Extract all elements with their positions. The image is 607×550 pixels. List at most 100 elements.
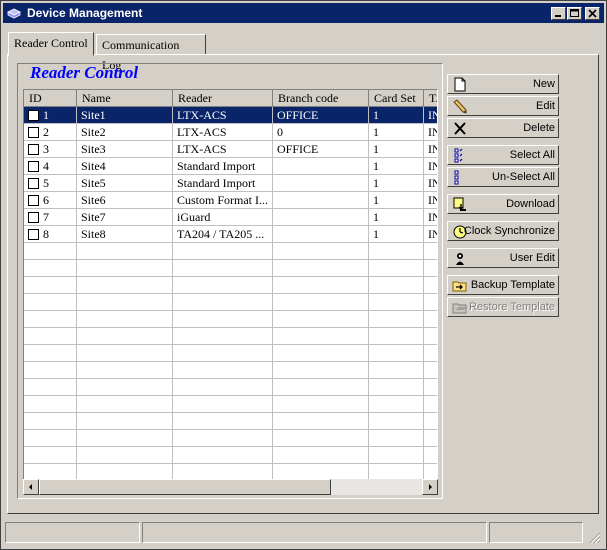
cell-reader: Custom Format I...	[173, 192, 273, 209]
empty-cell	[77, 379, 173, 396]
empty-cell	[369, 379, 424, 396]
row-checkbox[interactable]	[28, 195, 39, 206]
column-header-ta[interactable]: TA	[424, 90, 437, 107]
empty-cell	[273, 430, 369, 447]
select-all-button[interactable]: Select All	[447, 145, 559, 165]
empty-cell	[77, 362, 173, 379]
device-management-window: Device Management Reader Control Communi…	[0, 0, 607, 550]
status-panel-2	[142, 522, 487, 543]
empty-row	[24, 328, 437, 345]
empty-cell	[24, 277, 77, 294]
empty-cell	[173, 396, 273, 413]
title-bar[interactable]: Device Management	[3, 3, 604, 23]
row-checkbox[interactable]	[28, 161, 39, 172]
download-button[interactable]: Download	[447, 194, 559, 214]
reader-table[interactable]: ID Name Reader Branch code Card Set TA 1…	[23, 89, 438, 494]
row-checkbox[interactable]	[28, 229, 39, 240]
table-row[interactable]: 4 Site4Standard Import 1IN	[24, 158, 437, 175]
row-checkbox[interactable]	[28, 144, 39, 155]
size-grip-icon[interactable]	[587, 531, 601, 543]
row-id: 7	[43, 210, 49, 224]
select-all-label: Select All	[509, 149, 555, 161]
cell-ta: IN	[424, 175, 437, 192]
table-row[interactable]: 1Site1LTX-ACSOFFICE1IN	[24, 107, 437, 124]
empty-cell	[273, 362, 369, 379]
close-button[interactable]	[585, 7, 600, 20]
empty-cell	[369, 277, 424, 294]
empty-cell	[173, 430, 273, 447]
cell-branch	[273, 192, 369, 209]
row-id: 1	[43, 108, 49, 122]
backup-template-label: Backup Template	[470, 279, 555, 291]
empty-cell	[424, 311, 437, 328]
empty-cell	[77, 243, 173, 260]
new-button[interactable]: New	[447, 74, 559, 94]
tab-reader-control[interactable]: Reader Control	[8, 32, 94, 56]
column-header-branch-code[interactable]: Branch code	[273, 90, 369, 107]
column-header-reader[interactable]: Reader	[173, 90, 273, 107]
table-row[interactable]: 7 Site7iGuard 1IN	[24, 209, 437, 226]
tab-communication-log[interactable]: Communication Log	[96, 34, 206, 72]
cell-reader: iGuard	[173, 209, 273, 226]
empty-cell	[369, 294, 424, 311]
table-row[interactable]: 6 Site6Custom Format I... 1IN	[24, 192, 437, 209]
column-header-name[interactable]: Name	[77, 90, 173, 107]
cell-id: 6	[24, 192, 77, 209]
table-row[interactable]: 5 Site5Standard Import 1IN	[24, 175, 437, 192]
cell-ta: IN	[424, 192, 437, 209]
empty-cell	[24, 260, 77, 277]
unselect-all-label: Un-Select All	[492, 171, 555, 183]
cell-reader: Standard Import	[173, 158, 273, 175]
cell-branch	[273, 226, 369, 243]
empty-cell	[273, 294, 369, 311]
clock-synchronize-label: Clock Synchronize	[463, 225, 555, 237]
empty-cell	[173, 328, 273, 345]
row-checkbox[interactable]	[28, 110, 39, 121]
scroll-left-button[interactable]	[23, 479, 39, 495]
empty-row	[24, 396, 437, 413]
cell-ta: IN	[424, 226, 437, 243]
cell-branch	[273, 158, 369, 175]
row-id: 5	[43, 176, 49, 190]
cell-ta: IN	[424, 107, 437, 124]
user-edit-button[interactable]: User Edit	[447, 248, 559, 268]
user-edit-label: User Edit	[509, 252, 555, 264]
table-row[interactable]: 3 Site3LTX-ACSOFFICE1IN	[24, 141, 437, 158]
empty-cell	[369, 413, 424, 430]
row-checkbox[interactable]	[28, 178, 39, 189]
backup-template-button[interactable]: Backup Template	[447, 275, 559, 295]
table-row[interactable]: 2 Site2LTX-ACS01IN	[24, 124, 437, 141]
restore-template-button[interactable]: Restore Template	[447, 297, 559, 317]
minimize-button[interactable]	[551, 7, 566, 20]
window-title: Device Management	[27, 6, 143, 20]
empty-cell	[24, 243, 77, 260]
empty-cell	[369, 311, 424, 328]
unselect-all-button[interactable]: Un-Select All	[447, 167, 559, 187]
empty-cell	[77, 447, 173, 464]
row-checkbox[interactable]	[28, 127, 39, 138]
empty-cell	[173, 277, 273, 294]
empty-cell	[424, 345, 437, 362]
empty-cell	[369, 243, 424, 260]
scroll-right-button[interactable]	[422, 479, 438, 495]
scroll-thumb[interactable]	[39, 479, 331, 495]
empty-cell	[77, 260, 173, 277]
column-header-id[interactable]: ID	[24, 90, 77, 107]
horizontal-scrollbar[interactable]	[23, 479, 438, 495]
column-header-card-set[interactable]: Card Set	[369, 90, 424, 107]
table-row[interactable]: 8 Site8TA204 / TA205 ... 1IN	[24, 226, 437, 243]
maximize-button[interactable]	[567, 7, 582, 20]
empty-cell	[369, 260, 424, 277]
empty-cell	[173, 379, 273, 396]
empty-cell	[24, 328, 77, 345]
empty-cell	[273, 379, 369, 396]
clock-synchronize-button[interactable]: Clock Synchronize	[447, 221, 559, 241]
empty-cell	[173, 413, 273, 430]
empty-cell	[424, 277, 437, 294]
row-checkbox[interactable]	[28, 212, 39, 223]
empty-cell	[173, 294, 273, 311]
empty-cell	[273, 345, 369, 362]
edit-button[interactable]: Edit	[447, 96, 559, 116]
cell-cardset: 1	[369, 124, 424, 141]
delete-button[interactable]: Delete	[447, 118, 559, 138]
